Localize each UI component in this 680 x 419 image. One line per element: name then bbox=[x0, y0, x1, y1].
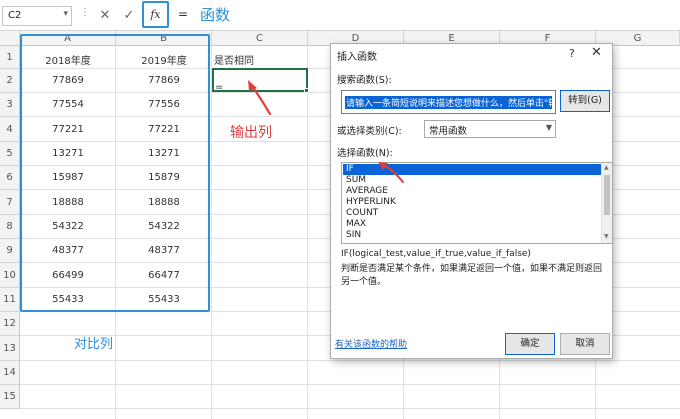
insert-function-dialog: 插入函数 ? ✕ 搜索函数(S): 请输入一条简短说明来描述您想做什么，然后单击… bbox=[330, 43, 613, 359]
ok-button[interactable]: 确定 bbox=[505, 333, 555, 355]
enter-formula-button[interactable]: ✓ bbox=[118, 5, 140, 27]
function-help-link[interactable]: 有关该函数的帮助 bbox=[335, 337, 407, 350]
drag-handle-icon[interactable]: ⋮ bbox=[80, 7, 90, 18]
annotation-arrow-icon bbox=[248, 80, 272, 116]
column-header-c[interactable]: C bbox=[212, 31, 308, 46]
function-item-average[interactable]: AVERAGE bbox=[343, 186, 601, 197]
row-header-9[interactable]: 9 bbox=[0, 239, 20, 263]
search-function-label: 搜索函数(S): bbox=[337, 75, 392, 86]
fill-handle[interactable] bbox=[304, 88, 309, 93]
select-all-corner[interactable] bbox=[0, 31, 20, 46]
gridline bbox=[20, 360, 680, 361]
comparison-columns-highlight bbox=[20, 34, 210, 312]
gridline bbox=[20, 384, 680, 385]
annotation-output-column: 输出列 bbox=[230, 125, 272, 141]
gridline bbox=[20, 408, 680, 409]
row-header-3[interactable]: 3 bbox=[0, 93, 20, 117]
dialog-title: 插入函数 bbox=[337, 52, 377, 63]
function-description: 判断是否满足某个条件，如果满足返回一个值，如果不满足则返回另一个值。 bbox=[341, 264, 603, 287]
cancel-formula-button[interactable]: ✕ bbox=[94, 5, 116, 27]
formula-input[interactable]: = bbox=[178, 7, 188, 21]
category-label: 或选择类别(C): bbox=[337, 126, 402, 137]
row-header-1[interactable]: 1 bbox=[0, 46, 20, 69]
row-header-11[interactable]: 11 bbox=[0, 288, 20, 312]
annotation-arrow-icon bbox=[378, 162, 404, 183]
scroll-down-icon[interactable]: ▼ bbox=[604, 233, 609, 240]
close-icon[interactable]: ✕ bbox=[591, 45, 602, 60]
category-select[interactable]: 常用函数 ▼ bbox=[424, 120, 556, 138]
gridline bbox=[307, 46, 308, 419]
row-header-13[interactable]: 13 bbox=[0, 336, 20, 361]
formula-bar: C2 ▾ ⋮ ✕ ✓ fx = 函数 bbox=[0, 0, 680, 31]
chevron-down-icon[interactable]: ▾ bbox=[63, 9, 68, 19]
search-function-value: 请输入一条简短说明来描述您想做什么，然后单击"转到" bbox=[345, 96, 552, 109]
cell-c2[interactable]: = bbox=[215, 82, 223, 93]
function-item-sin[interactable]: SIN bbox=[343, 230, 601, 241]
name-box-value: C2 bbox=[8, 10, 22, 21]
cell-c1[interactable]: 是否相同 bbox=[214, 52, 254, 67]
function-list-label: 选择函数(N): bbox=[337, 148, 393, 159]
chevron-down-icon[interactable]: ▼ bbox=[546, 123, 552, 132]
annotation-function: 函数 bbox=[200, 6, 231, 24]
row-header-7[interactable]: 7 bbox=[0, 190, 20, 215]
go-button[interactable]: 转到(G) bbox=[560, 90, 610, 112]
search-function-input[interactable]: 请输入一条简短说明来描述您想做什么，然后单击"转到" bbox=[341, 90, 556, 114]
row-header-15[interactable]: 15 bbox=[0, 385, 20, 409]
category-value: 常用函数 bbox=[429, 126, 468, 137]
row-header-5[interactable]: 5 bbox=[0, 142, 20, 166]
function-list-scrollbar[interactable]: ▲ ▼ bbox=[601, 163, 612, 243]
row-header-8[interactable]: 8 bbox=[0, 215, 20, 239]
name-box[interactable]: C2 ▾ bbox=[2, 6, 72, 26]
scrollbar-thumb[interactable] bbox=[604, 175, 610, 215]
cancel-button[interactable]: 取消 bbox=[560, 333, 610, 355]
annotation-compare-column: 对比列 bbox=[74, 337, 114, 352]
row-header-10[interactable]: 10 bbox=[0, 263, 20, 288]
row-header-6[interactable]: 6 bbox=[0, 166, 20, 190]
scroll-up-icon[interactable]: ▲ bbox=[604, 164, 609, 171]
function-item-count[interactable]: COUNT bbox=[343, 208, 601, 219]
row-header-14[interactable]: 14 bbox=[0, 361, 20, 385]
row-header-12[interactable]: 12 bbox=[0, 312, 20, 336]
function-item-max[interactable]: MAX bbox=[343, 219, 601, 230]
insert-function-button[interactable]: fx bbox=[142, 1, 169, 28]
help-icon[interactable]: ? bbox=[569, 47, 575, 60]
row-header-2[interactable]: 2 bbox=[0, 69, 20, 93]
function-syntax: IF(logical_test,value_if_true,value_if_f… bbox=[341, 249, 531, 259]
function-item-hyperlink[interactable]: HYPERLINK bbox=[343, 197, 601, 208]
row-header-4[interactable]: 4 bbox=[0, 117, 20, 142]
